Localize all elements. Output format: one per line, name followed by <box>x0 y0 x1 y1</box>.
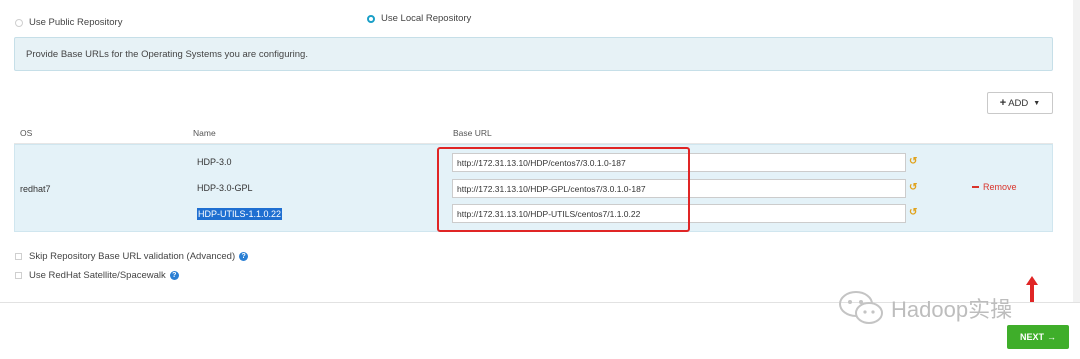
checkbox-icon <box>15 253 22 260</box>
watermark: Hadoop实操 <box>837 290 1012 326</box>
undo-icon[interactable]: ↺ <box>909 156 917 167</box>
repo-name: HDP-3.0-GPL <box>197 183 253 193</box>
watermark-text: Hadoop实操 <box>891 297 1013 322</box>
add-button-label: ADD <box>1008 97 1029 109</box>
repo-name-selected: HDP-UTILS-1.1.0.22 <box>197 208 283 220</box>
public-repo-label: Use Public Repository <box>29 17 123 28</box>
public-repo-radio[interactable]: Use Public Repository <box>15 17 122 28</box>
repo-name: HDP-3.0 <box>197 157 232 167</box>
undo-icon[interactable]: ↺ <box>909 182 917 193</box>
column-header-name: Name <box>193 128 216 138</box>
checkbox-icon <box>15 272 22 279</box>
remove-os-link[interactable]: Remove <box>972 182 1017 192</box>
next-button-label: NEXT <box>1019 332 1044 342</box>
minus-icon <box>972 186 979 188</box>
add-os-button[interactable]: + ADD ▼ <box>987 92 1053 114</box>
info-alert-text: Provide Base URLs for the Operating Syst… <box>26 49 308 60</box>
radio-unchecked-icon <box>15 18 23 27</box>
redhat-satellite-checkbox[interactable]: Use RedHat Satellite/Spacewalk ? <box>15 270 179 281</box>
caret-down-icon: ▼ <box>1033 99 1041 107</box>
annotation-arrow-icon <box>1026 276 1038 302</box>
column-header-base-url: Base URL <box>453 128 492 138</box>
local-repo-label: Use Local Repository <box>381 13 472 24</box>
undo-icon[interactable]: ↺ <box>909 207 917 218</box>
scrollbar-track[interactable] <box>1073 0 1080 302</box>
plus-icon: + <box>999 97 1007 109</box>
local-repo-radio[interactable]: Use Local Repository <box>367 13 471 24</box>
radio-checked-icon <box>367 14 375 23</box>
next-button[interactable]: NEXT → <box>1007 325 1069 349</box>
remove-label: Remove <box>983 182 1017 192</box>
help-icon[interactable]: ? <box>239 252 249 261</box>
annotation-highlight-box <box>437 147 690 232</box>
column-header-os: OS <box>20 128 33 138</box>
help-icon[interactable]: ? <box>169 271 179 280</box>
os-name: redhat7 <box>20 184 51 194</box>
wechat-icon <box>839 291 883 324</box>
redhat-satellite-label: Use RedHat Satellite/Spacewalk <box>29 270 166 281</box>
skip-validation-label: Skip Repository Base URL validation (Adv… <box>29 251 236 262</box>
info-alert: Provide Base URLs for the Operating Syst… <box>14 37 1053 71</box>
skip-validation-checkbox[interactable]: Skip Repository Base URL validation (Adv… <box>15 251 249 262</box>
arrow-right-icon: → <box>1047 332 1056 342</box>
